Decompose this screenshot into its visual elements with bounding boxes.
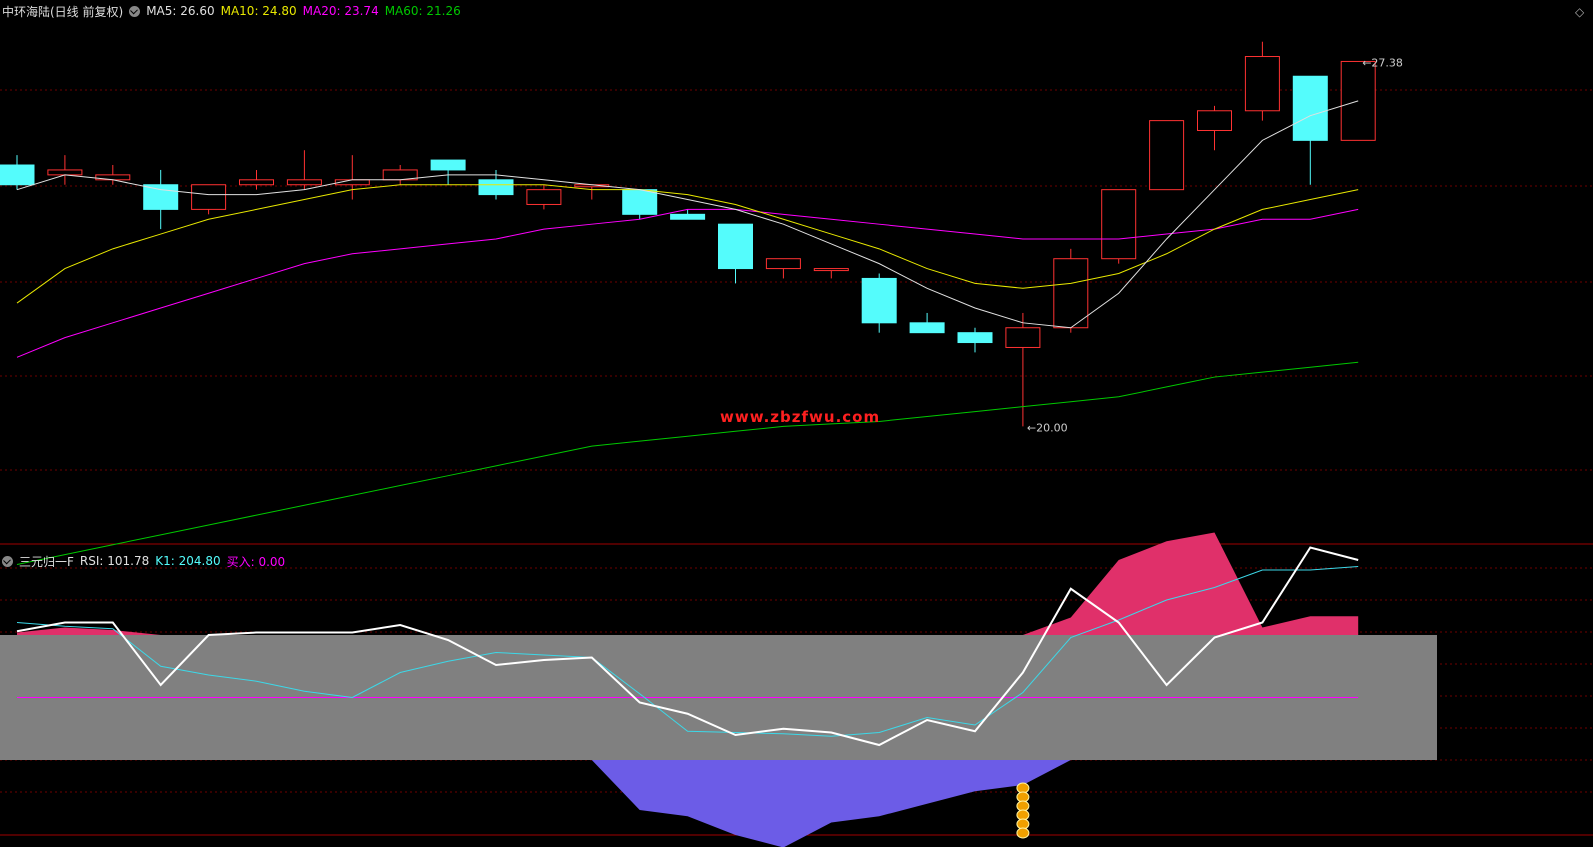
- candle: [718, 223, 753, 284]
- ma60-label: MA60: 21.26: [384, 4, 461, 18]
- candle-body: [1101, 189, 1137, 260]
- candle: [1053, 248, 1089, 333]
- candle: [670, 209, 706, 220]
- candle: [574, 184, 610, 200]
- rsi-label: RSI: 101.78: [79, 554, 150, 568]
- ma60-line: [16, 361, 1359, 565]
- candle: [0, 155, 35, 190]
- candle: [1197, 105, 1232, 151]
- price-annotation: ←20.00: [1027, 421, 1068, 434]
- candle-body: [0, 164, 35, 186]
- price-title: 中环海陆(日线 前复权): [2, 4, 124, 19]
- corner-diamond-icon[interactable]: ◇: [1575, 5, 1584, 19]
- candle-body: [286, 179, 322, 186]
- candle: [334, 155, 370, 200]
- ma20-label: MA20: 23.74: [302, 4, 379, 18]
- indicator-settings-icon[interactable]: [2, 555, 13, 567]
- candle: [813, 268, 849, 279]
- settings-icon[interactable]: [129, 5, 141, 17]
- ma20-line: [16, 208, 1359, 358]
- candle: [526, 184, 562, 210]
- candle-body: [861, 277, 897, 324]
- buy-signal-coin: [1016, 827, 1030, 839]
- candle-body: [622, 189, 658, 215]
- buy-label: 买入: 0.00: [226, 554, 286, 569]
- pink-area: [17, 532, 1359, 635]
- candle: [191, 184, 227, 215]
- candle-body: [239, 179, 274, 186]
- candle-body: [1053, 258, 1089, 329]
- candle: [1101, 189, 1137, 264]
- indicator-header: 三元归一F RSI: 101.78 K1: 204.80 买入: 0.00: [2, 553, 291, 569]
- candle-body: [430, 159, 466, 171]
- price-annotation: ←27.38: [1362, 56, 1403, 69]
- ma10-label: MA10: 24.80: [220, 4, 297, 18]
- candle-body: [813, 268, 849, 272]
- k1-label: K1: 204.80: [155, 554, 221, 568]
- candle: [286, 150, 322, 190]
- candle-body: [765, 258, 801, 270]
- indicator-panel: [0, 532, 1437, 847]
- candle-body: [47, 169, 83, 176]
- candle: [239, 169, 274, 190]
- candle-body: [718, 223, 753, 270]
- candle-body: [1149, 120, 1185, 191]
- candle: [1244, 41, 1280, 121]
- candle-body: [1005, 327, 1041, 348]
- candle: [382, 165, 418, 185]
- candle-body: [143, 184, 179, 210]
- purple-area: [17, 760, 1359, 847]
- candle-body: [670, 213, 706, 220]
- price-header: 中环海陆(日线 前复权) MA5: 26.60 MA10: 24.80 MA20…: [2, 3, 467, 19]
- candle-body: [1244, 56, 1280, 112]
- candle: [143, 169, 179, 230]
- candle: [957, 327, 993, 353]
- candle-body: [957, 332, 993, 344]
- candle-body: [191, 184, 227, 210]
- candle-body: [526, 189, 562, 205]
- candle-body: [1197, 110, 1232, 131]
- candle: [1292, 75, 1328, 185]
- candle: [622, 189, 658, 220]
- candle-body: [1292, 75, 1328, 141]
- watermark: www.zbzfwu.com: [720, 408, 881, 426]
- candle: [430, 159, 466, 185]
- candle: [861, 273, 897, 333]
- candle-body: [909, 322, 945, 334]
- candle: [765, 258, 801, 279]
- candle: [1005, 312, 1041, 427]
- candle: [47, 155, 83, 185]
- candle: [1149, 120, 1185, 191]
- candle-body: [478, 179, 514, 196]
- ma5-label: MA5: 26.60: [146, 4, 215, 18]
- candle: [909, 312, 945, 334]
- indicator-name: 三元归一F: [19, 554, 74, 569]
